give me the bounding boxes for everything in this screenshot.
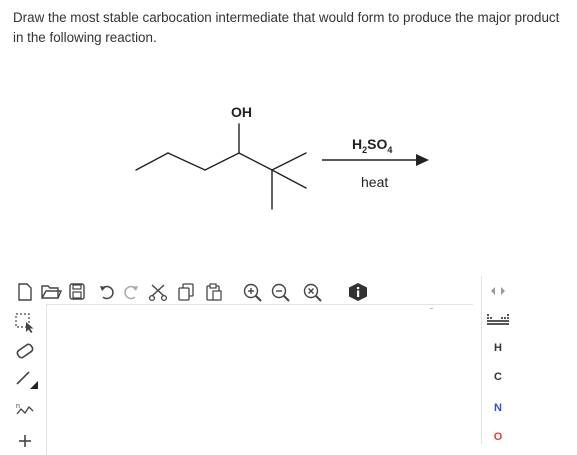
element-h-button[interactable]: H <box>482 342 514 354</box>
open-file-icon[interactable] <box>40 282 62 302</box>
new-document-icon[interactable] <box>16 282 34 302</box>
reagent-h: H <box>352 136 362 152</box>
copy-icon[interactable] <box>176 282 196 302</box>
redo-icon[interactable] <box>122 282 140 302</box>
info-icon[interactable] <box>346 282 370 302</box>
expand-arrows-icon[interactable] <box>489 285 507 297</box>
reagent-label: H2SO4 <box>352 136 392 155</box>
clear-icon[interactable] <box>302 282 324 302</box>
right-toolbar: H C N O <box>481 276 514 444</box>
eraser-icon[interactable] <box>14 340 36 362</box>
zoom-in-icon[interactable] <box>242 282 264 302</box>
reaction-scheme: OH H2SO4 heat <box>135 104 429 210</box>
reagent-so: SO <box>367 136 387 152</box>
periodic-table-icon[interactable] <box>486 312 510 328</box>
hydroxyl-label: OH <box>231 104 252 120</box>
structure-editor: n H C N O <box>0 276 577 455</box>
element-o-button[interactable]: O <box>482 431 514 443</box>
condition-label: heat <box>361 174 388 190</box>
reaction-arrow <box>322 154 429 166</box>
undo-icon[interactable] <box>98 282 116 302</box>
drawing-canvas[interactable] <box>46 304 473 455</box>
reactant-structure <box>135 123 307 210</box>
svg-text:n: n <box>16 403 20 410</box>
paste-icon[interactable] <box>204 282 224 302</box>
chain-tool-icon[interactable]: n <box>14 398 36 420</box>
element-c-button[interactable]: C <box>482 371 514 383</box>
question-text: Draw the most stable carbocation interme… <box>13 10 560 45</box>
canvas-marker <box>430 308 433 309</box>
save-icon[interactable] <box>68 282 86 302</box>
single-bond-icon[interactable] <box>14 368 40 392</box>
charge-plus-icon[interactable] <box>14 430 36 452</box>
reagent-subscript-4: 4 <box>387 145 392 155</box>
left-toolbar: n <box>10 306 44 447</box>
element-n-button[interactable]: N <box>482 402 514 414</box>
cut-icon[interactable] <box>148 282 168 302</box>
zoom-out-icon[interactable] <box>270 282 292 302</box>
select-lasso-icon[interactable] <box>14 312 36 334</box>
